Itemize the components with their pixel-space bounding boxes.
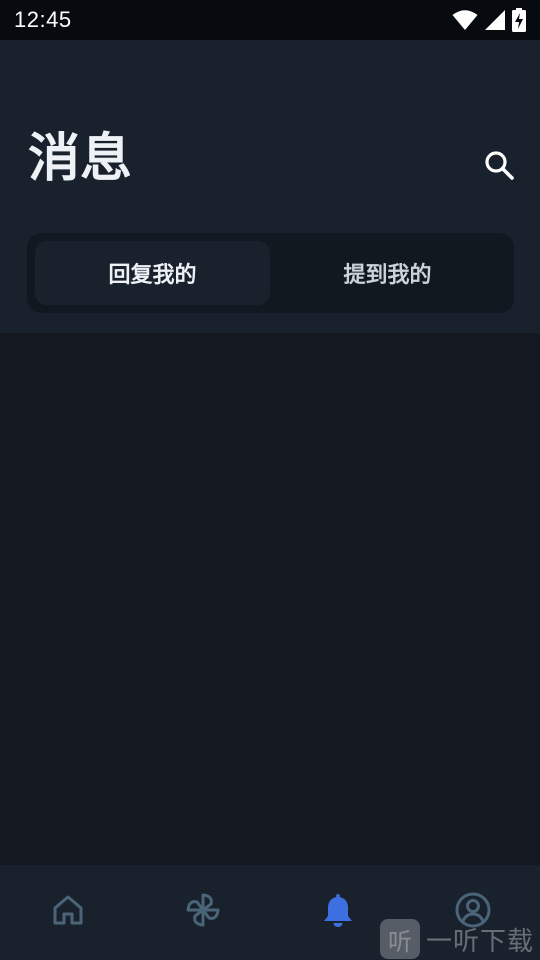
- tab-mentions[interactable]: 提到我的: [270, 241, 505, 305]
- watermark-logo: 听: [380, 919, 420, 959]
- signal-icon: [485, 10, 505, 30]
- nav-discover[interactable]: [173, 880, 233, 940]
- message-list: [0, 333, 540, 865]
- watermark-text: 一听下载: [426, 926, 535, 957]
- wifi-icon: [452, 10, 478, 30]
- pinwheel-icon: [186, 893, 219, 926]
- status-bar: 12:45: [0, 0, 540, 40]
- search-icon: [485, 151, 514, 180]
- tab-replies[interactable]: 回复我的: [35, 241, 270, 305]
- home-icon: [53, 895, 82, 924]
- watermark: 听 一听下载: [380, 918, 534, 960]
- bell-icon: [323, 893, 352, 927]
- status-icons: [452, 8, 526, 32]
- tab-bar: 回复我的 提到我的: [27, 233, 514, 313]
- status-time: 12:45: [14, 7, 72, 32]
- nav-messages[interactable]: [308, 880, 368, 940]
- header: 消息 回复我的 提到我的: [0, 40, 540, 333]
- page-title: 消息: [28, 129, 133, 189]
- battery-charging-icon: [512, 8, 526, 32]
- search-button[interactable]: [478, 144, 520, 186]
- nav-home[interactable]: [38, 880, 98, 940]
